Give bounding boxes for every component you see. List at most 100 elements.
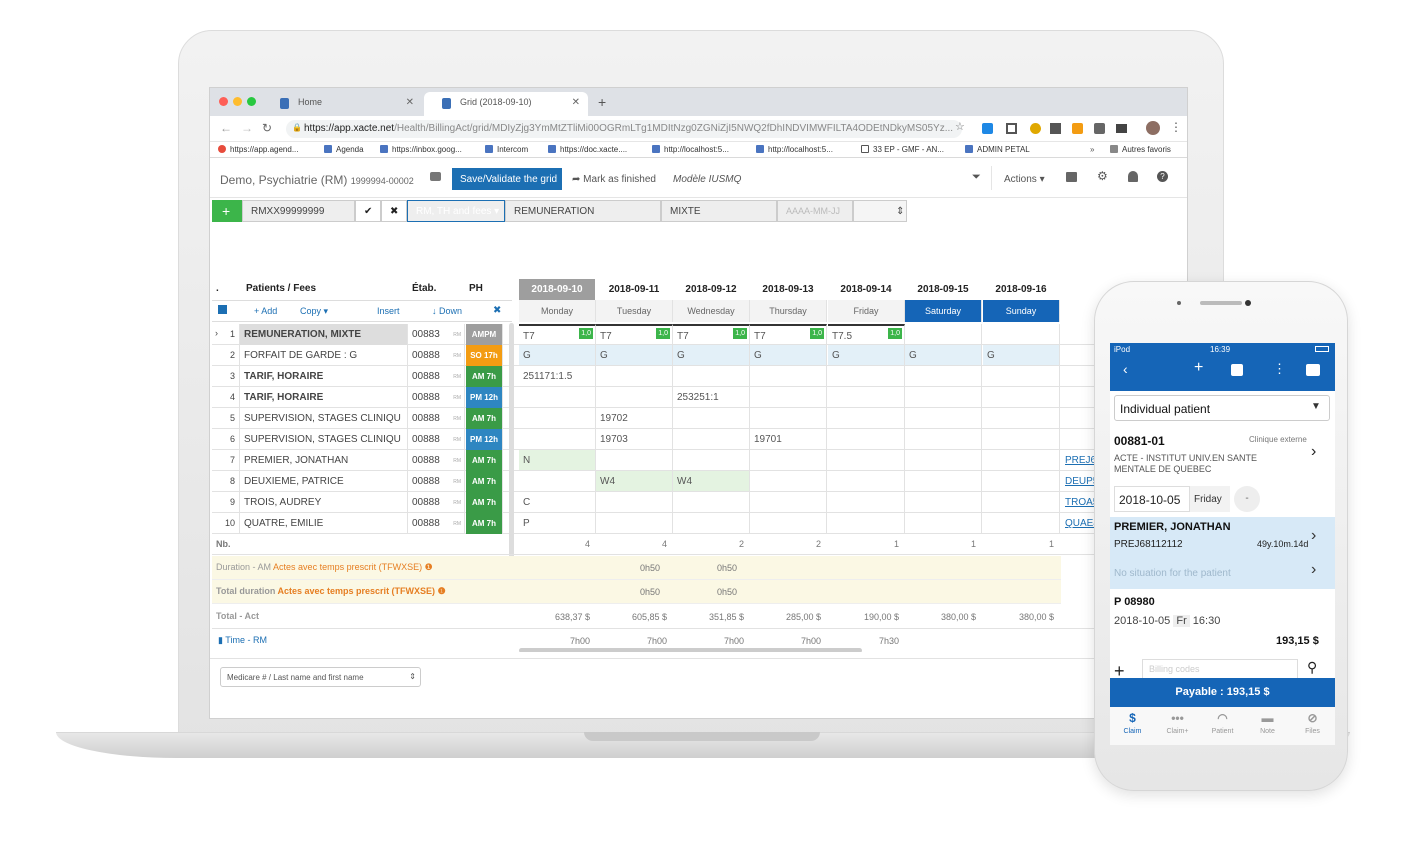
- day-cell[interactable]: [673, 429, 750, 450]
- day-cell[interactable]: [750, 408, 827, 429]
- day-cell[interactable]: [983, 492, 1060, 513]
- day-cell[interactable]: [905, 450, 982, 471]
- url-field[interactable]: 🔒 https://app.xacte.net/Health/BillingAc…: [286, 120, 962, 138]
- etab-cell[interactable]: 00888 RM: [408, 429, 465, 450]
- day-cell[interactable]: [983, 429, 1060, 450]
- horizontal-scrollbar[interactable]: [519, 648, 862, 652]
- day-cell[interactable]: [905, 324, 982, 345]
- close-tab-icon[interactable]: ✕: [406, 97, 414, 108]
- star-icon[interactable]: ☆: [955, 120, 965, 133]
- day-cell[interactable]: [905, 366, 982, 387]
- day-cell[interactable]: [828, 387, 905, 408]
- day-cell[interactable]: 251171:1.5: [519, 366, 596, 387]
- phone-tab[interactable]: ◠ Patient: [1200, 711, 1245, 735]
- day-cell[interactable]: [596, 366, 673, 387]
- day-cell[interactable]: [983, 387, 1060, 408]
- day-cell[interactable]: [905, 513, 982, 534]
- patient-card[interactable]: PREMIER, JONATHAN PREJ68112112 49y.10m.1…: [1110, 517, 1335, 589]
- ph-badge[interactable]: PM 12h: [466, 387, 503, 408]
- ph-badge[interactable]: AM 7h: [466, 513, 503, 534]
- day-cell[interactable]: T7 1,0: [596, 324, 673, 345]
- patient-name-cell[interactable]: SUPERVISION, STAGES CLINIQU: [240, 429, 408, 450]
- ph-badge[interactable]: AMPM: [466, 324, 503, 345]
- insert-button[interactable]: Insert: [377, 306, 400, 316]
- day-cell[interactable]: T7 1,0: [673, 324, 750, 345]
- day-cell[interactable]: T7.5 1,0: [828, 324, 905, 345]
- patient-name-cell[interactable]: TARIF, HORAIRE: [240, 387, 408, 408]
- day-cell[interactable]: [519, 429, 596, 450]
- minimize-window-dot[interactable]: [233, 97, 242, 106]
- qr-extension-icon[interactable]: [1050, 123, 1061, 134]
- etab-cell[interactable]: 00888 RM: [408, 450, 465, 471]
- day-cell[interactable]: [673, 408, 750, 429]
- actions-dropdown[interactable]: Actions ▾: [991, 166, 1051, 190]
- day-cell[interactable]: [596, 387, 673, 408]
- patient-name-cell[interactable]: QUATRE, EMILIE: [240, 513, 408, 534]
- day-cell[interactable]: W4: [596, 471, 673, 492]
- phone-tab[interactable]: ••• Claim+: [1155, 711, 1200, 735]
- ph-badge[interactable]: AM 7h: [466, 366, 503, 387]
- patient-name-cell[interactable]: FORFAIT DE GARDE : G: [240, 345, 408, 366]
- ph-badge[interactable]: AM 7h: [466, 471, 503, 492]
- day-cell[interactable]: [905, 387, 982, 408]
- close-window-dot[interactable]: [219, 97, 228, 106]
- patient-name-cell[interactable]: TARIF, HORAIRE: [240, 366, 408, 387]
- day-cell[interactable]: [905, 492, 982, 513]
- day-cell[interactable]: [519, 471, 596, 492]
- back-icon[interactable]: ‹: [1123, 361, 1128, 377]
- forward-icon[interactable]: →: [241, 121, 253, 135]
- print-icon[interactable]: [1066, 172, 1077, 182]
- day-cell[interactable]: [905, 429, 982, 450]
- more-icon[interactable]: ⋮: [1273, 361, 1286, 377]
- day-cell[interactable]: T7 1,0: [519, 324, 596, 345]
- phone-tab[interactable]: $ Claim: [1110, 711, 1155, 735]
- cancel-button[interactable]: ✖: [381, 200, 407, 222]
- day-cell[interactable]: G: [750, 345, 827, 366]
- patient-type-select[interactable]: Individual patient ▼: [1114, 395, 1330, 421]
- comment-icon[interactable]: [430, 172, 441, 181]
- etab-cell[interactable]: 00888 RM: [408, 408, 465, 429]
- patient-name-cell[interactable]: SUPERVISION, STAGES CLINIQU: [240, 408, 408, 429]
- bookmark[interactable]: Intercom: [485, 145, 528, 154]
- more-bookmarks-icon[interactable]: »: [1090, 145, 1094, 154]
- date-header[interactable]: 2018-09-14: [828, 279, 905, 301]
- day-cell[interactable]: [828, 408, 905, 429]
- user-icon[interactable]: [1128, 171, 1138, 182]
- search-icon[interactable]: ⚲: [1307, 659, 1317, 676]
- type-field[interactable]: REMUNERATION: [505, 200, 661, 222]
- day-cell[interactable]: [673, 450, 750, 471]
- expand-icon[interactable]: ›: [215, 328, 218, 338]
- day-cell[interactable]: P: [519, 513, 596, 534]
- down-button[interactable]: ↓ Down: [432, 306, 462, 316]
- ph-badge[interactable]: PM 12h: [466, 429, 503, 450]
- filter-icon[interactable]: ⏷: [972, 171, 981, 184]
- day-cell[interactable]: G: [828, 345, 905, 366]
- day-cell[interactable]: [905, 408, 982, 429]
- day-cell[interactable]: [983, 324, 1060, 345]
- bookmark[interactable]: Agenda: [324, 145, 364, 154]
- day-cell[interactable]: N: [519, 450, 596, 471]
- gear-icon[interactable]: ⚙: [1097, 169, 1108, 183]
- day-cell[interactable]: [828, 492, 905, 513]
- profile-avatar-icon[interactable]: [1146, 121, 1160, 135]
- reload-icon[interactable]: ↻: [262, 121, 272, 135]
- mode-dropdown[interactable]: RM, TH and fees ▾: [407, 200, 505, 222]
- maximize-window-dot[interactable]: [247, 97, 256, 106]
- back-icon[interactable]: ←: [220, 121, 232, 135]
- date-header[interactable]: 2018-09-12: [673, 279, 750, 301]
- day-cell[interactable]: [673, 513, 750, 534]
- time-rm-link[interactable]: ▮ Time - RM: [218, 635, 267, 646]
- day-cell[interactable]: G: [905, 345, 982, 366]
- day-cell[interactable]: G: [673, 345, 750, 366]
- etab-cell[interactable]: 00888 RM: [408, 366, 465, 387]
- etab-cell[interactable]: 00888 RM: [408, 387, 465, 408]
- etab-cell[interactable]: 00888 RM: [408, 492, 465, 513]
- day-cell[interactable]: [828, 366, 905, 387]
- day-cell[interactable]: [828, 450, 905, 471]
- phone-tab[interactable]: ⊘ Files: [1290, 711, 1335, 735]
- day-cell[interactable]: [750, 366, 827, 387]
- delete-row-icon[interactable]: ✖: [493, 305, 501, 316]
- mark-finished-button[interactable]: ➦ Mark as finished: [572, 174, 656, 185]
- day-cell[interactable]: [983, 471, 1060, 492]
- select-dropdown[interactable]: ⇕: [853, 200, 907, 222]
